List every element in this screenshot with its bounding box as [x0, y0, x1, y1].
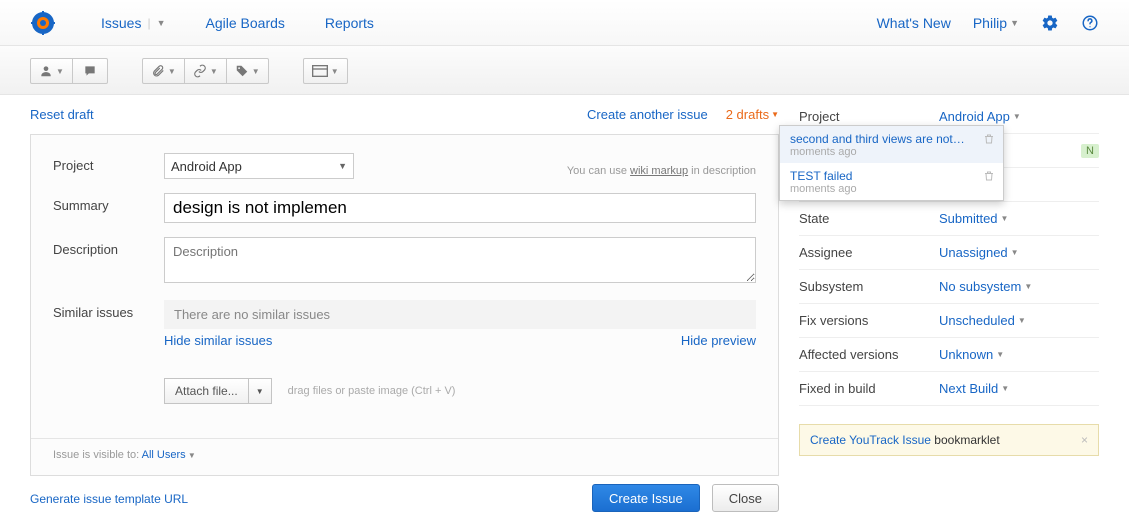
chevron-down-icon: ▼ — [1013, 112, 1021, 121]
nav-user-name: Philip — [973, 15, 1007, 31]
drafts-count: 2 drafts — [726, 107, 769, 122]
tag-button[interactable]: ▼ — [226, 58, 269, 84]
nav-whats-new[interactable]: What's New — [877, 15, 951, 31]
field-value[interactable]: Submitted▼ — [939, 211, 1008, 226]
reset-draft-link[interactable]: Reset draft — [30, 107, 94, 122]
chevron-down-icon: ▼ — [331, 67, 339, 76]
nav-issues-divider: | — [147, 16, 150, 30]
field-label: Subsystem — [799, 279, 939, 294]
attach-file-button[interactable]: Attach file... — [164, 378, 249, 404]
chevron-down-icon: ▼ — [1001, 384, 1009, 393]
project-select[interactable]: Android App ▼ — [164, 153, 354, 179]
hide-similar-link[interactable]: Hide similar issues — [164, 333, 272, 348]
bookmarklet-link[interactable]: Create YouTrack Issue — [810, 433, 931, 447]
attach-file-dropdown[interactable]: ▼ — [248, 378, 272, 404]
field-value[interactable]: Next Build▼ — [939, 381, 1009, 396]
trash-icon[interactable] — [983, 170, 995, 182]
create-another-issue-link[interactable]: Create another issue — [587, 107, 708, 122]
issue-form: Project Android App ▼ You can use wiki m… — [30, 134, 779, 476]
nav-issues[interactable]: Issues — [101, 15, 141, 31]
chevron-down-icon: ▼ — [1018, 316, 1026, 325]
field-value[interactable]: Unassigned▼ — [939, 245, 1019, 260]
field-row: SubsystemNo subsystem▼ — [799, 270, 1099, 304]
comment-button[interactable] — [72, 58, 108, 84]
field-label: Fixed in build — [799, 381, 939, 396]
description-label: Description — [53, 237, 148, 257]
field-row: AssigneeUnassigned▼ — [799, 236, 1099, 270]
chevron-down-icon: ▼ — [252, 67, 260, 76]
draft-item[interactable]: second and third views are not … moments… — [780, 126, 1003, 163]
field-label: Project — [799, 109, 939, 124]
chevron-down-icon: ▼ — [256, 387, 264, 396]
hide-preview-link[interactable]: Hide preview — [681, 333, 756, 348]
field-label: Assignee — [799, 245, 939, 260]
chevron-down-icon: ▼ — [1010, 18, 1019, 28]
description-textarea[interactable] — [164, 237, 756, 283]
draft-item[interactable]: TEST failed moments ago — [780, 163, 1003, 200]
issue-toolbar: ▼ ▼ ▼ ▼ ▼ — [0, 46, 1129, 95]
draft-title: TEST failed — [790, 169, 965, 183]
help-icon[interactable] — [1081, 14, 1099, 32]
nav-issues-caret[interactable]: ▼ — [157, 18, 166, 28]
bookmarklet-text: bookmarklet — [931, 433, 1000, 447]
link-button[interactable]: ▼ — [184, 58, 227, 84]
divider — [31, 438, 778, 439]
visibility-button[interactable]: ▼ — [30, 58, 73, 84]
chevron-down-icon: ▼ — [1001, 214, 1009, 223]
chevron-down-icon: ▼ — [771, 110, 779, 119]
field-value[interactable]: Unscheduled▼ — [939, 313, 1026, 328]
field-value[interactable]: Unknown▼ — [939, 347, 1004, 362]
chevron-down-icon: ▼ — [168, 67, 176, 76]
summary-label: Summary — [53, 193, 148, 213]
chevron-down-icon: ▼ — [1024, 282, 1032, 291]
drafts-popup: second and third views are not … moments… — [779, 125, 1004, 201]
attach-hint: drag files or paste image (Ctrl + V) — [288, 385, 456, 397]
create-issue-button[interactable]: Create Issue — [592, 484, 700, 512]
field-label: Fix versions — [799, 313, 939, 328]
drafts-dropdown[interactable]: 2 drafts ▼ — [726, 107, 779, 122]
field-row: Fixed in buildNext Build▼ — [799, 372, 1099, 406]
field-row: Affected versionsUnknown▼ — [799, 338, 1099, 372]
nav-agile-boards[interactable]: Agile Boards — [206, 15, 285, 31]
wiki-markup-link[interactable]: wiki markup — [630, 165, 688, 177]
bookmarklet-tip: Create YouTrack Issue bookmarklet × — [799, 424, 1099, 456]
close-button[interactable]: Close — [712, 484, 779, 512]
similar-issues-label: Similar issues — [53, 300, 148, 320]
wiki-markup-hint: You can use wiki markup in description — [567, 165, 756, 179]
similar-issues-box: There are no similar issues — [164, 300, 756, 329]
field-value[interactable]: No subsystem▼ — [939, 279, 1032, 294]
project-label: Project — [53, 153, 148, 173]
close-icon[interactable]: × — [1081, 433, 1088, 447]
draft-title: second and third views are not … — [790, 132, 965, 146]
field-row: StateSubmitted▼ — [799, 202, 1099, 236]
chevron-down-icon: ▼ — [338, 161, 347, 171]
chevron-down-icon: ▼ — [56, 67, 64, 76]
chevron-down-icon: ▼ — [210, 67, 218, 76]
chevron-down-icon[interactable]: ▼ — [186, 451, 196, 460]
board-button[interactable]: ▼ — [303, 58, 348, 84]
priority-badge: N — [1081, 144, 1099, 158]
field-row: Fix versionsUnscheduled▼ — [799, 304, 1099, 338]
field-label: State — [799, 211, 939, 226]
nav-user-menu[interactable]: Philip ▼ — [973, 15, 1019, 31]
chevron-down-icon: ▼ — [996, 350, 1004, 359]
draft-time: moments ago — [790, 146, 993, 158]
summary-input[interactable] — [164, 193, 756, 223]
visibility-value[interactable]: All Users — [142, 449, 186, 461]
attach-button[interactable]: ▼ — [142, 58, 185, 84]
project-value: Android App — [171, 159, 242, 174]
app-logo[interactable] — [30, 10, 56, 36]
visibility-row: Issue is visible to: All Users ▼ — [53, 449, 756, 461]
draft-time: moments ago — [790, 183, 993, 195]
field-label: Affected versions — [799, 347, 939, 362]
nav-reports[interactable]: Reports — [325, 15, 374, 31]
trash-icon[interactable] — [983, 133, 995, 145]
generate-template-url-link[interactable]: Generate issue template URL — [30, 492, 188, 506]
field-value[interactable]: Android App▼ — [939, 109, 1021, 124]
top-nav: Issues | ▼ Agile Boards Reports What's N… — [0, 0, 1129, 46]
chevron-down-icon: ▼ — [1011, 248, 1019, 257]
gear-icon[interactable] — [1041, 14, 1059, 32]
